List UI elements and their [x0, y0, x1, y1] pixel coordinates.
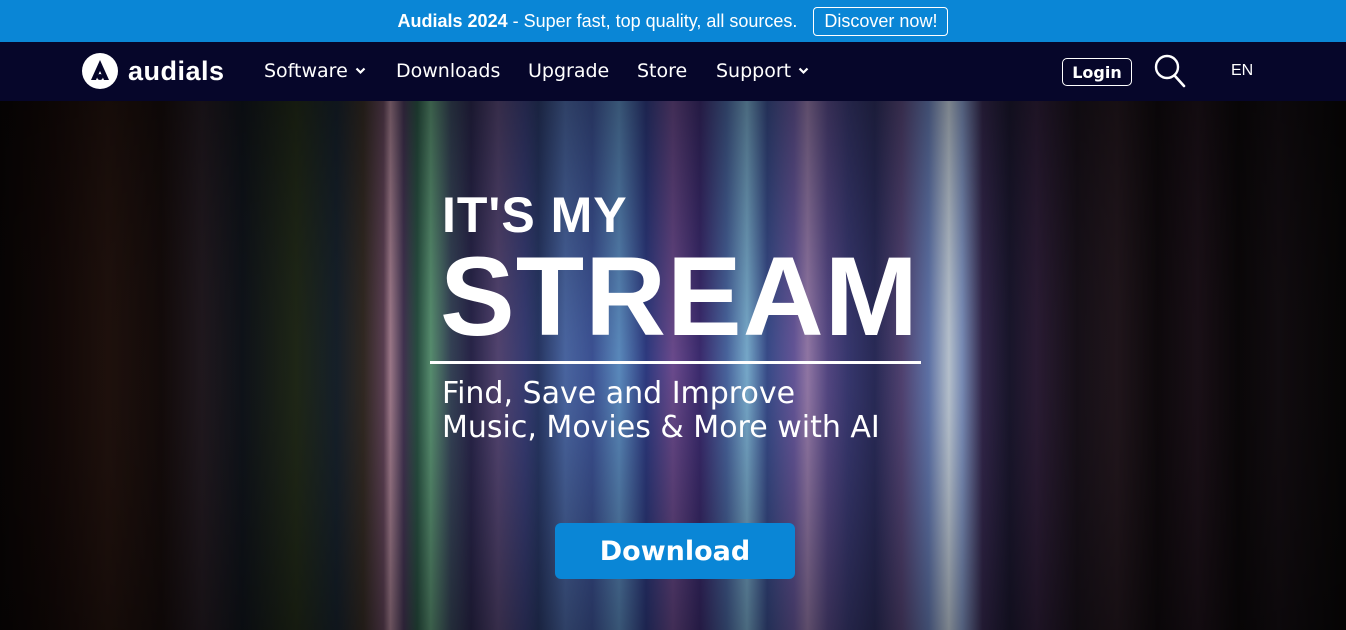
nav-software[interactable]: Software	[264, 60, 366, 82]
main-navbar: audials Software Downloads Upgrade Store…	[0, 42, 1346, 101]
nav-downloads[interactable]: Downloads	[396, 60, 500, 82]
nav-downloads-label: Downloads	[396, 60, 501, 82]
chevron-down-icon	[355, 67, 366, 75]
promo-text: Audials 2024 - Super fast, top quality, …	[398, 11, 798, 32]
login-button[interactable]: Login	[1062, 58, 1132, 86]
nav-upgrade[interactable]: Upgrade	[528, 60, 609, 82]
nav-support[interactable]: Support	[716, 60, 809, 82]
hero-title-line2: STREAM	[440, 234, 919, 359]
download-button[interactable]: Download	[555, 523, 795, 579]
nav-store-label: Store	[637, 60, 688, 82]
promo-message: Super fast, top quality, all sources.	[523, 10, 798, 31]
chevron-down-icon	[798, 67, 809, 75]
promo-banner: Audials 2024 - Super fast, top quality, …	[0, 0, 1346, 42]
hero-divider	[430, 361, 921, 364]
nav-upgrade-label: Upgrade	[528, 60, 610, 82]
search-icon[interactable]	[1154, 54, 1186, 88]
hero-subtitle-line2: Music, Movies & More with AI	[442, 410, 880, 445]
discover-now-button[interactable]: Discover now!	[813, 6, 949, 36]
nav-software-label: Software	[264, 60, 348, 82]
promo-brand: Audials 2024	[397, 10, 508, 31]
nav-store[interactable]: Store	[637, 60, 687, 82]
audials-logo[interactable]: audials	[82, 53, 225, 89]
hero-subtitle-line1: Find, Save and Improve	[442, 376, 796, 411]
logo-text: audials	[128, 55, 225, 86]
hero-subtitle: Find, Save and Improve Music, Movies & Mo…	[442, 377, 880, 445]
hero-section: IT'S MY STREAM Find, Save and Improve Mus…	[0, 101, 1346, 630]
language-selector[interactable]: EN	[1231, 62, 1253, 80]
nav-support-label: Support	[716, 60, 792, 82]
promo-separator: -	[507, 10, 524, 31]
audials-logo-icon	[82, 53, 118, 89]
